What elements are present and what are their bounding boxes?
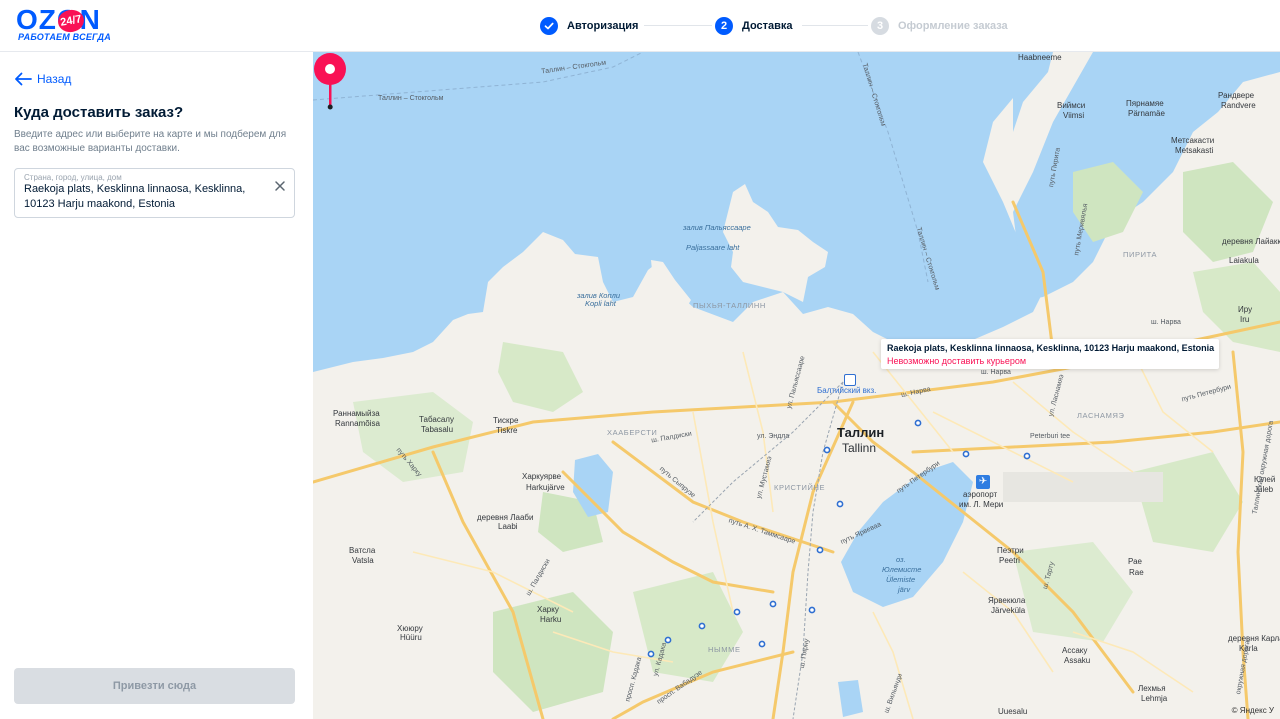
deliver-here-button[interactable]: Привезти сюда	[14, 668, 295, 704]
district-kristiine: КРИСТИЙНЕ	[774, 483, 826, 492]
ozon-logo[interactable]: OZON 24/7 РАБОТАЕМ ВСЕГДА	[16, 4, 116, 44]
address-value[interactable]: Raekoja plats, Kesklinna linnaosa, Keskl…	[24, 182, 264, 212]
city-tallinn: Tallinn	[842, 441, 877, 455]
location-pin-icon[interactable]	[313, 52, 347, 110]
step-authorization[interactable]: Авторизация	[540, 16, 638, 36]
baltic-station-label: Балтийский вкз.	[817, 386, 877, 395]
back-link[interactable]: Назад	[14, 72, 71, 86]
logo-subtitle: РАБОТАЕМ ВСЕГДА	[18, 32, 111, 42]
place-rae: Rae	[1129, 568, 1144, 577]
place-vatsla: Vatsla	[352, 556, 374, 565]
place-tiskre: Tiskre	[496, 426, 518, 435]
tooltip-address: Raekoja plats, Kesklinna linnaosa, Keskl…	[887, 343, 1215, 353]
step-label: Авторизация	[567, 20, 639, 32]
bay-paljassaare: Paljassaare laht	[686, 243, 740, 252]
street-label: Peterburi tee	[1030, 433, 1071, 440]
tooltip-warning: Невозможно доставить курьером	[887, 356, 1027, 366]
place-uuesalu: Uuesalu	[998, 707, 1028, 716]
map-address-tooltip: Raekoja plats, Kesklinna linnaosa, Keskl…	[881, 339, 1219, 369]
address-placeholder: Страна, город, улица, дом	[24, 173, 122, 182]
back-label: Назад	[37, 72, 72, 86]
place-laiakula-ru: деревня Лайакюла	[1222, 237, 1280, 246]
district-lasnamae: ЛАСНАМЯЭ	[1077, 411, 1125, 420]
step-label: Доставка	[742, 20, 793, 32]
place-assaku: Assaku	[1064, 656, 1091, 665]
checkout-stepper: Авторизация 2 Доставка 3 Оформление зака…	[540, 16, 1010, 36]
place-jarvekula: Järveküla	[991, 606, 1026, 615]
district-nomme: НЫММЕ	[708, 645, 741, 654]
clear-icon[interactable]	[274, 180, 286, 192]
street-label: ш. Нарва	[1151, 319, 1181, 326]
airport-label-name: им. Л. Мери	[959, 500, 1004, 509]
place-metsakasti: Metsakasti	[1175, 146, 1214, 155]
place-lehmja: Lehmja	[1141, 694, 1168, 703]
map-canvas[interactable]: Таллин – Стокгольм Таллин – Стокгольм Та…	[313, 52, 1280, 719]
step-checkout: 3 Оформление заказа	[871, 16, 1008, 36]
place-rannamoisa: Rannamõisa	[335, 419, 380, 428]
step-label: Оформление заказа	[898, 20, 1008, 32]
place-parnamae: Pärnamäe	[1128, 109, 1165, 118]
arrow-left-icon	[15, 72, 32, 86]
place-harkujarve: Harkujärve	[526, 483, 565, 492]
address-input[interactable]: Страна, город, улица, дом Raekoja plats,…	[14, 168, 295, 218]
place-harku: Harku	[540, 615, 562, 624]
place-tabasalu: Tabasalu	[421, 425, 454, 434]
delivery-panel: Назад Куда доставить заказ? Введите адре…	[0, 52, 313, 719]
street-label: ул. Эндла	[757, 433, 790, 440]
map-copyright[interactable]: © Яндекс У	[1232, 706, 1274, 715]
step-number: 2	[715, 17, 733, 35]
place-randvere: Randvere	[1221, 101, 1256, 110]
place-rae-ru: Рае	[1128, 557, 1142, 566]
place-peetri: Peetri	[999, 556, 1020, 565]
place-laiakula: Laiakula	[1229, 256, 1259, 265]
place-iru: Iru	[1240, 315, 1250, 324]
district-pohja-tallinn: ПЫХЬЯ-ТАЛЛИНН	[693, 301, 766, 310]
step-delivery[interactable]: 2 Доставка	[715, 16, 793, 36]
lake-ulemiste-jarv: järv	[898, 585, 911, 594]
ferry-label: Таллин – Стокгольм	[378, 95, 444, 102]
place-hyuru: Hüüru	[400, 633, 422, 642]
check-icon	[540, 17, 558, 35]
step-divider	[802, 25, 868, 26]
place-laabi: Laabi	[498, 522, 518, 531]
bay-kopli: Kopli laht	[585, 299, 616, 308]
page-title: Куда доставить заказ?	[14, 104, 184, 121]
step-number: 3	[871, 17, 889, 35]
city-tallinn-ru: Таллин	[837, 425, 885, 440]
bay-paljassaare-ru: залив Пальяссааре	[683, 223, 751, 232]
place-haabneeme: Haabneeme	[1018, 53, 1062, 62]
place-viimsi: Viimsi	[1063, 111, 1085, 120]
district-pirita: ПИРИТА	[1123, 250, 1158, 259]
page-description: Введите адрес или выберите на карте и мы…	[14, 129, 287, 154]
airport-icon[interactable]: ✈	[976, 475, 990, 489]
step-divider	[644, 25, 712, 26]
top-header: OZON 24/7 РАБОТАЕМ ВСЕГДА Авторизация 2 …	[0, 0, 1280, 52]
place-harkujarve-ru: Харкуярве	[522, 472, 562, 481]
